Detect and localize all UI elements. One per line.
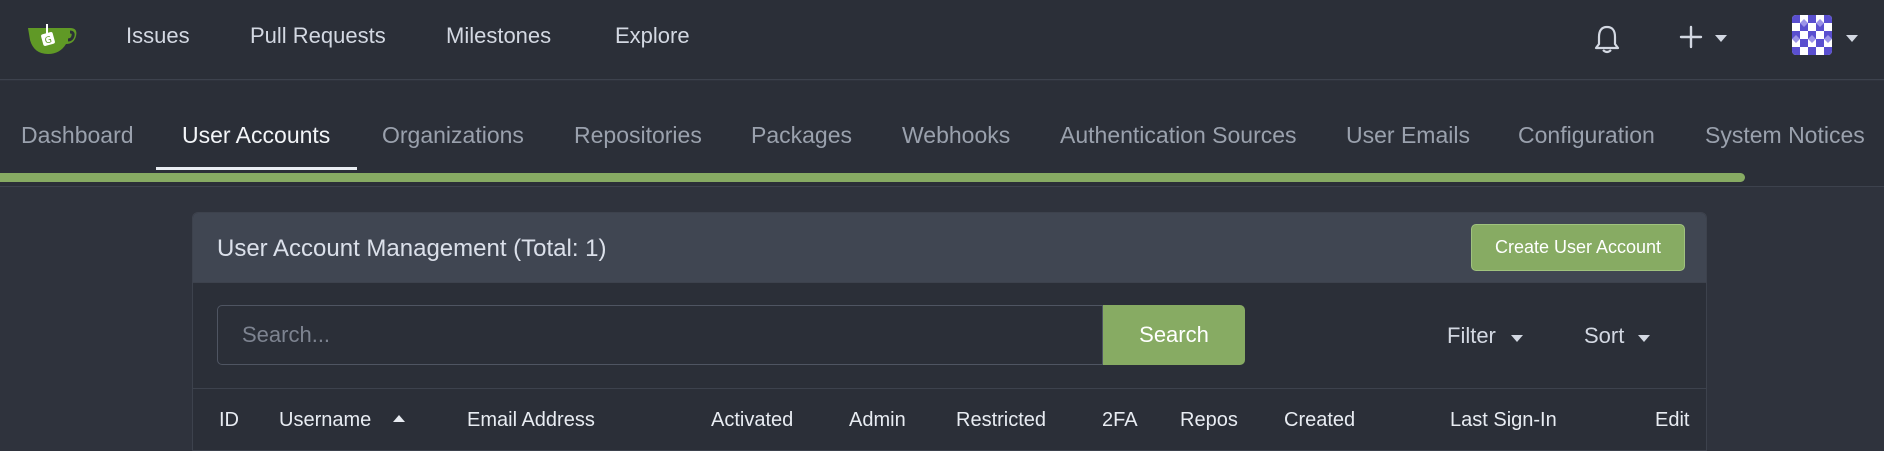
column-header-admin[interactable]: Admin	[849, 402, 906, 438]
page-title: User Account Management (Total: 1)	[217, 235, 607, 262]
tab-user-accounts[interactable]: User Accounts	[182, 121, 330, 149]
filter-chevron-down-icon[interactable]	[1511, 335, 1523, 342]
panel-header: User Account Management (Total: 1) Creat…	[193, 213, 1706, 283]
admin-tabs-bar: Dashboard User Accounts Organizations Re…	[0, 81, 1884, 187]
top-navbar: G Issues Pull Requests Milestones Explor…	[0, 0, 1884, 80]
column-header-id[interactable]: ID	[219, 402, 239, 438]
gitea-logo-icon[interactable]: G	[26, 20, 78, 56]
page-load-progress-fill	[0, 173, 1745, 182]
sort-ascending-icon	[393, 415, 405, 422]
active-tab-indicator	[156, 167, 357, 170]
column-header-2fa[interactable]: 2FA	[1102, 402, 1138, 438]
column-header-email[interactable]: Email Address	[467, 402, 595, 438]
search-input[interactable]	[217, 305, 1103, 365]
column-header-edit: Edit	[1655, 409, 1690, 431]
column-header-last-sign-in[interactable]: Last Sign-In	[1450, 402, 1557, 438]
column-header-username[interactable]: Username	[279, 402, 371, 438]
tab-user-emails[interactable]: User Emails	[1346, 121, 1470, 149]
plus-icon[interactable]	[1678, 24, 1704, 50]
avatar[interactable]	[1792, 15, 1832, 55]
column-header-created[interactable]: Created	[1284, 402, 1355, 438]
tab-packages[interactable]: Packages	[751, 121, 852, 149]
column-header-activated[interactable]: Activated	[711, 402, 793, 438]
tab-webhooks[interactable]: Webhooks	[902, 121, 1010, 149]
tab-repositories[interactable]: Repositories	[574, 121, 702, 149]
create-user-account-button[interactable]: Create User Account	[1471, 224, 1685, 271]
column-header-repos[interactable]: Repos	[1180, 402, 1238, 438]
user-menu-chevron-down-icon[interactable]	[1846, 35, 1858, 42]
filter-label: Filter	[1447, 323, 1496, 348]
table-divider	[193, 388, 1706, 389]
tab-organizations[interactable]: Organizations	[382, 121, 524, 149]
nav-pull-requests[interactable]: Pull Requests	[250, 22, 386, 50]
user-account-panel: User Account Management (Total: 1) Creat…	[192, 212, 1707, 451]
create-menu-chevron-down-icon[interactable]	[1715, 35, 1727, 42]
nav-issues[interactable]: Issues	[126, 22, 190, 50]
tab-configuration[interactable]: Configuration	[1518, 121, 1655, 149]
column-header-restricted[interactable]: Restricted	[956, 402, 1046, 438]
sort-dropdown[interactable]: Sort	[1584, 323, 1624, 349]
bell-icon[interactable]	[1593, 24, 1621, 54]
sort-label: Sort	[1584, 323, 1625, 348]
search-button[interactable]: Search	[1103, 305, 1245, 365]
tab-authentication-sources[interactable]: Authentication Sources	[1060, 121, 1297, 149]
nav-milestones[interactable]: Milestones	[446, 22, 551, 50]
filter-dropdown[interactable]: Filter	[1447, 323, 1496, 349]
nav-explore[interactable]: Explore	[615, 22, 690, 50]
sort-chevron-down-icon[interactable]	[1638, 335, 1650, 342]
page-load-progress-bar	[0, 173, 1884, 183]
tab-system-notices[interactable]: System Notices	[1705, 121, 1865, 149]
tab-dashboard[interactable]: Dashboard	[21, 121, 134, 149]
